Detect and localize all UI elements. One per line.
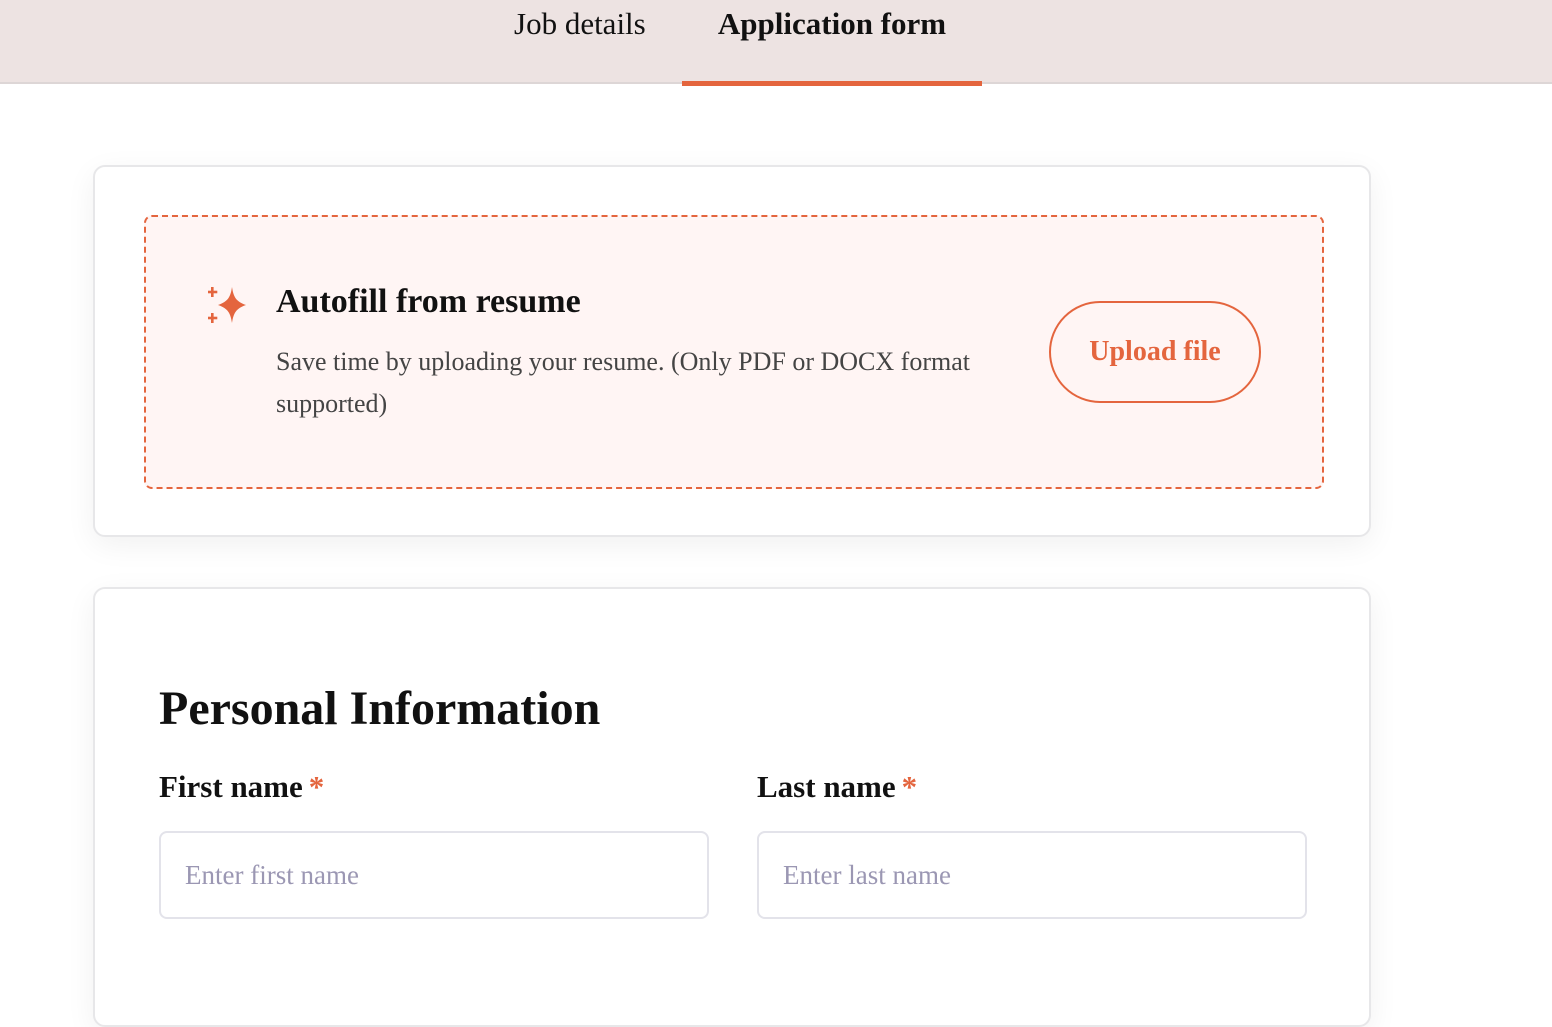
tab-application-form-label: Application form [717,6,947,41]
last-name-input[interactable] [757,831,1307,919]
autofill-title: Autofill from resume [276,283,581,320]
tab-application-form[interactable]: Application form [682,0,982,86]
autofill-dropzone[interactable]: Autofill from resume Save time by upload… [144,215,1324,489]
personal-information-card: Personal Information First name* Last na… [93,587,1371,1027]
last-name-label-text: Last name [757,769,896,804]
tab-job-details[interactable]: Job details [514,0,646,84]
first-name-label: First name * [159,769,324,805]
autofill-card: Autofill from resume Save time by upload… [93,165,1371,537]
last-name-label: Last name * [757,769,917,805]
first-name-label-text: First name [159,769,303,804]
section-title: Personal Information [159,682,601,735]
required-asterisk: * [901,769,918,804]
required-asterisk: * [308,769,325,804]
active-tab-indicator [682,81,982,86]
autofill-description: Save time by uploading your resume. (Onl… [276,347,970,418]
sparkle-icon [208,287,246,323]
tab-bar: Job details Application form [0,0,1552,86]
first-name-input[interactable] [159,831,709,919]
upload-file-button[interactable]: Upload file [1049,301,1261,403]
